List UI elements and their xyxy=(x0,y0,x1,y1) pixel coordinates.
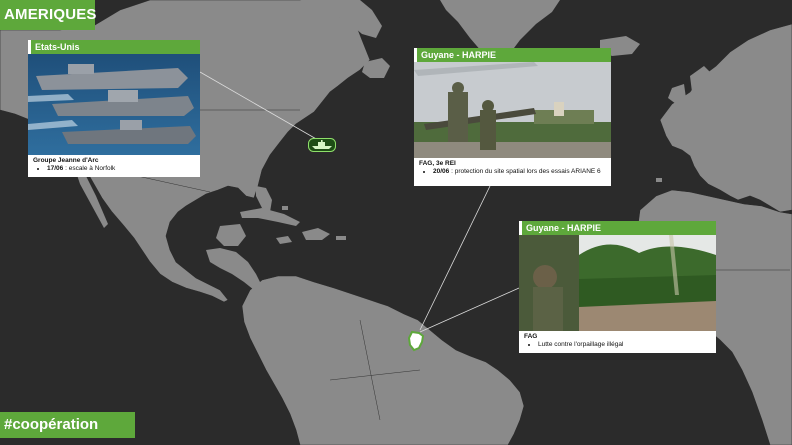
card-region-label: Guyane - HARPIE xyxy=(519,221,716,235)
info-card-guyane-2[interactable]: Guyane - HARPIE FAG Lutte contre l'orpai… xyxy=(519,221,716,353)
item-text: : protection du site spatial lors des es… xyxy=(449,168,601,175)
card-list-item: 17/06 : escale à Norfolk xyxy=(47,165,195,173)
hashtag-label: #coopération xyxy=(0,412,135,438)
card-body: FAG Lutte contre l'orpaillage illégal xyxy=(519,331,716,351)
card-list-item: Lutte contre l'orpaillage illégal xyxy=(538,341,711,349)
card-region-label: Guyane - HARPIE xyxy=(414,48,611,62)
bahamas xyxy=(282,206,288,210)
card-region-label: Etats-Unis xyxy=(28,40,200,54)
jungle-river-photo xyxy=(519,235,716,331)
info-card-guyane-1[interactable]: Guyane - HARPIE FAG, 3e REI 20/06 : prot… xyxy=(414,48,611,186)
puerto-rico xyxy=(336,236,346,240)
item-date: 20/06 xyxy=(433,168,450,175)
card-body: Groupe Jeanne d'Arc 17/06 : escale à Nor… xyxy=(28,155,200,175)
card-heading: FAG, 3e REI xyxy=(419,160,456,167)
item-text: : escale à Norfolk xyxy=(63,165,116,172)
item-date: 17/06 xyxy=(47,165,64,172)
card-body: FAG, 3e REI 20/06 : protection du site s… xyxy=(414,158,611,178)
page-title: AMERIQUES xyxy=(0,0,96,30)
item-text: Lutte contre l'orpaillage illégal xyxy=(538,341,624,348)
soldiers-launcher-photo xyxy=(414,62,611,158)
card-heading: Groupe Jeanne d'Arc xyxy=(33,157,99,164)
info-card-etats-unis[interactable]: Etats-Unis Groupe Jeanne d'Arc 17/06 : e… xyxy=(28,40,200,177)
ships-photo xyxy=(28,54,200,155)
card-list-item: 20/06 : protection du site spatial lors … xyxy=(433,168,606,176)
ship-icon[interactable] xyxy=(308,138,336,152)
canary xyxy=(656,178,662,182)
guyane-territory-icon[interactable] xyxy=(406,330,426,352)
card-heading: FAG xyxy=(524,333,538,340)
